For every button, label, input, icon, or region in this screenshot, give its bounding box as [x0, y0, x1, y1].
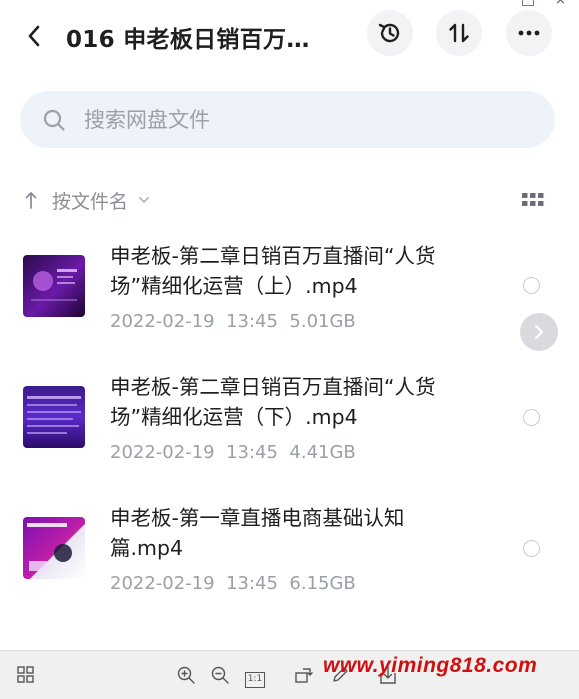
file-name-line-2: 场”精细化运营（上）.mp4 — [110, 274, 358, 298]
next-page-button[interactable] — [520, 313, 558, 351]
history-button[interactable] — [367, 10, 413, 56]
video-thumbnail — [23, 386, 85, 448]
search-bar[interactable] — [20, 91, 555, 148]
file-name-line-2: 篇.mp4 — [110, 536, 184, 560]
grid-view-icon[interactable] — [522, 192, 544, 208]
chevron-down-icon — [139, 197, 149, 203]
file-name: 申老板-第一章直播电商基础认知 篇.mp4 — [110, 503, 490, 563]
more-options-button[interactable] — [506, 10, 552, 56]
file-list-item[interactable]: 申老板-第二章日销百万直播间“人货 场”精细化运营（上）.mp4 2022-02… — [0, 235, 579, 345]
video-thumbnail — [23, 255, 85, 317]
window-close-icon[interactable]: × — [555, 0, 566, 8]
page-title: 016 申老板日销百万… — [66, 27, 310, 53]
file-meta: 2022-02-19 13:45 4.41GB — [110, 442, 356, 463]
file-time: 13:45 — [226, 311, 278, 332]
thumbnails-grid-icon[interactable] — [16, 665, 36, 685]
file-list-item[interactable]: 申老板-第一章直播电商基础认知 篇.mp4 2022-02-19 13:45 6… — [0, 497, 579, 607]
window-restore-icon[interactable] — [522, 0, 534, 6]
file-name-line-1: 申老板-第二章日销百万直播间“人货 — [110, 375, 436, 399]
file-name-line-1: 申老板-第二章日销百万直播间“人货 — [110, 244, 436, 268]
file-time: 13:45 — [226, 573, 278, 594]
watermark-text: www.yiming818.com — [323, 654, 538, 677]
search-icon — [43, 109, 65, 131]
history-icon — [378, 23, 400, 43]
file-size: 6.15GB — [289, 573, 356, 594]
rotate-icon[interactable] — [294, 665, 314, 685]
video-thumbnail-art — [31, 269, 77, 301]
select-radio[interactable] — [523, 409, 540, 426]
file-date: 2022-02-19 — [110, 573, 215, 594]
sort-label: 按文件名 — [52, 190, 129, 213]
arrow-up-icon — [25, 192, 37, 209]
select-radio[interactable] — [523, 277, 540, 294]
back-button[interactable] — [18, 20, 50, 52]
select-radio[interactable] — [523, 540, 540, 557]
sort-arrows-icon — [449, 23, 469, 43]
more-dots-icon — [518, 30, 540, 36]
file-name: 申老板-第二章日销百万直播间“人货 场”精细化运营（上）.mp4 — [110, 241, 490, 301]
file-date: 2022-02-19 — [110, 311, 215, 332]
zoom-out-icon[interactable] — [210, 665, 230, 685]
file-list-item[interactable]: 申老板-第二章日销百万直播间“人货 场”精细化运营（下）.mp4 2022-02… — [0, 366, 579, 476]
chevron-right-icon — [535, 325, 543, 339]
sort-by-name-button[interactable]: 按文件名 — [24, 186, 150, 214]
zoom-in-icon[interactable] — [176, 665, 196, 685]
file-name-line-2: 场”精细化运营（下）.mp4 — [110, 405, 358, 429]
actual-size-button[interactable]: 1:1 — [245, 672, 265, 688]
file-time: 13:45 — [226, 442, 278, 463]
file-name-line-1: 申老板-第一章直播电商基础认知 — [110, 506, 405, 530]
sort-toggle-button[interactable] — [436, 10, 482, 56]
file-meta: 2022-02-19 13:45 5.01GB — [110, 311, 356, 332]
search-input[interactable] — [82, 104, 506, 136]
chevron-left-icon — [28, 25, 40, 47]
file-date: 2022-02-19 — [110, 442, 215, 463]
video-thumbnail-art — [27, 396, 81, 434]
window-top-edge: × — [0, 0, 579, 8]
video-thumbnail — [23, 517, 85, 579]
file-size: 4.41GB — [289, 442, 356, 463]
viewer-toolbar: 1:1 www.yiming818.com — [0, 650, 579, 699]
file-name: 申老板-第二章日销百万直播间“人货 场”精细化运营（下）.mp4 — [110, 372, 490, 432]
file-size: 5.01GB — [289, 311, 356, 332]
video-thumbnail-art — [27, 523, 72, 571]
header: 016 申老板日销百万… — [0, 8, 579, 68]
file-meta: 2022-02-19 13:45 6.15GB — [110, 573, 356, 594]
